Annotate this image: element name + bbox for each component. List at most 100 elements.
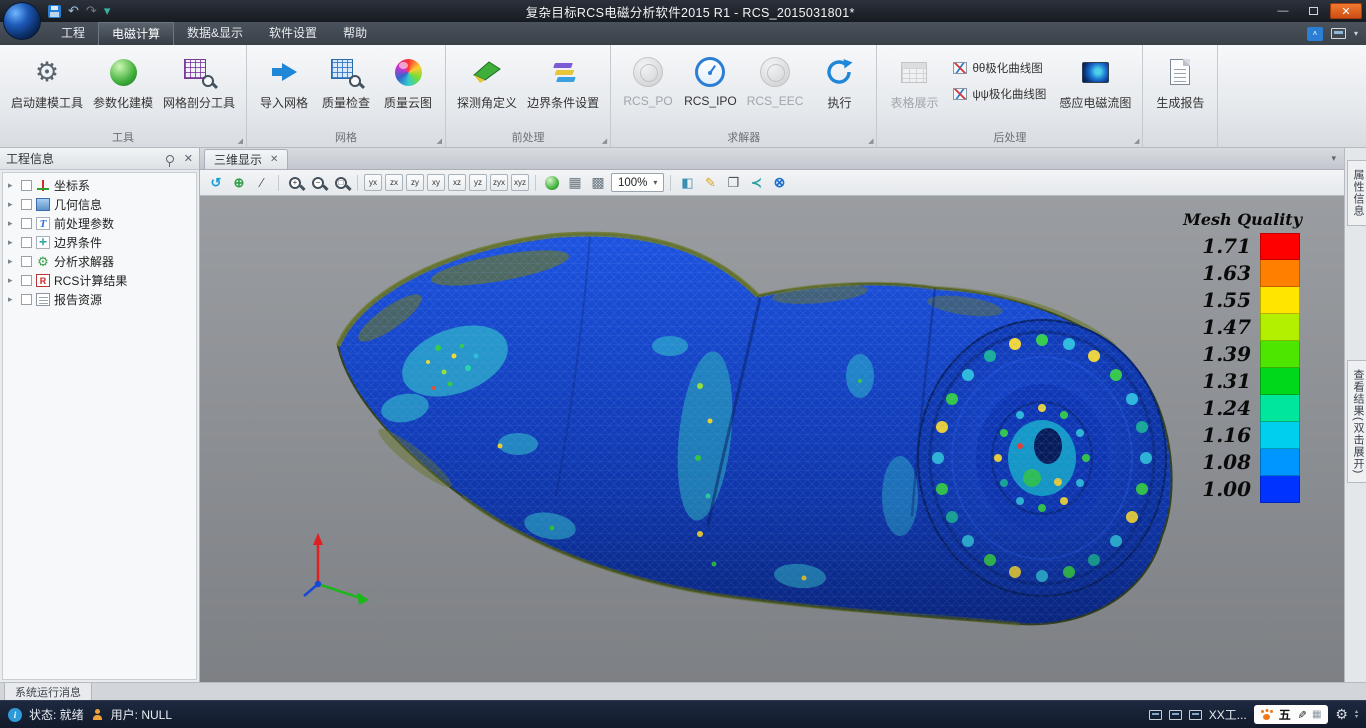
checkbox[interactable] [21, 294, 32, 305]
view-orientation-button[interactable]: zx [385, 174, 403, 191]
expand-arrow-icon[interactable]: ▸ [8, 237, 17, 248]
expand-arrow-icon[interactable]: ▸ [8, 199, 17, 210]
resize-grip-icon[interactable]: ▴▾ [1355, 710, 1358, 720]
menu-tab-data-display[interactable]: 数据&显示 [174, 22, 256, 45]
expand-arrow-icon[interactable]: ▸ [8, 180, 17, 191]
execute-button[interactable]: 执行 [808, 50, 870, 111]
checkbox[interactable] [21, 275, 32, 286]
tree-item-boundary-conditions[interactable]: ▸ ✛ 边界条件 [3, 233, 196, 252]
save-icon[interactable] [48, 5, 61, 18]
boundary-settings-button[interactable]: 边界条件设置 [522, 50, 604, 111]
menu-tab-em-computation[interactable]: 电磁计算 [98, 22, 174, 45]
ime-mode-label[interactable]: 五 [1279, 706, 1291, 723]
pin-icon[interactable] [166, 155, 174, 163]
solver-rcs-po-button[interactable]: RCS_PO [617, 50, 679, 108]
minimize-button[interactable]: — [1270, 3, 1296, 19]
probe-angle-button[interactable]: 探测角定义 [452, 50, 522, 111]
tree-item-analysis-solver[interactable]: ▸ ⚙ 分析求解器 [3, 252, 196, 271]
view-orientation-button[interactable]: yx [364, 174, 382, 191]
side-tab-view-results[interactable]: 查看结果(双击展开) [1347, 360, 1366, 483]
group-dialog-launcher-icon[interactable]: ◢ [238, 137, 243, 145]
clear-view-icon[interactable]: ⊗ [769, 173, 789, 193]
share-icon[interactable]: ≺ [746, 173, 766, 193]
zoom-level-select[interactable]: 100% ▾ [611, 173, 664, 192]
checkbox[interactable] [21, 218, 32, 229]
menu-tab-settings[interactable]: 软件设置 [256, 22, 330, 45]
group-dialog-launcher-icon[interactable]: ◢ [868, 137, 873, 145]
view-orientation-button[interactable]: zy [406, 174, 424, 191]
view-orientation-button[interactable]: xz [448, 174, 466, 191]
group-dialog-launcher-icon[interactable]: ◢ [602, 137, 607, 145]
window-layout-icon[interactable] [1189, 710, 1202, 720]
rotate-view-icon[interactable]: ↺ [206, 173, 226, 193]
expand-arrow-icon[interactable]: ▸ [8, 275, 17, 286]
expand-arrow-icon[interactable]: ▸ [8, 218, 17, 229]
window-layout-icon[interactable] [1169, 710, 1182, 720]
tab-list-dropdown-icon[interactable]: ▾ [1331, 153, 1336, 164]
checkbox[interactable] [21, 199, 32, 210]
zoom-window-icon[interactable]: □ [331, 173, 351, 193]
view-orientation-button[interactable]: yz [469, 174, 487, 191]
window-layout-icon[interactable] [1149, 710, 1162, 720]
panel-close-icon[interactable]: ✕ [184, 152, 193, 165]
redo-icon[interactable]: ↷ [86, 0, 97, 22]
quality-cloud-button[interactable]: 质量云图 [377, 50, 439, 111]
ime-toolbox-icon[interactable]: ▦ [1312, 709, 1321, 720]
tab-3d-display[interactable]: 三维显示 ✕ [204, 149, 288, 169]
mesh-partition-tool-button[interactable]: 网格剖分工具 [158, 50, 240, 111]
close-button[interactable]: ✕ [1330, 3, 1362, 19]
copy-view-icon[interactable]: ❐ [723, 173, 743, 193]
group-dialog-launcher-icon[interactable]: ◢ [437, 137, 442, 145]
zoom-out-icon[interactable]: − [308, 173, 328, 193]
checkbox[interactable] [21, 180, 32, 191]
maximize-button[interactable] [1300, 3, 1326, 19]
import-mesh-button[interactable]: 导入网格 [253, 50, 315, 111]
menu-tab-help[interactable]: 帮助 [330, 22, 380, 45]
mesh-view-icon[interactable]: ▩ [588, 173, 608, 193]
ime-toolbar[interactable]: 五 ✎ ▦ [1254, 705, 1329, 724]
viewport-3d[interactable]: Mesh Quality 1.71 1.63 1.55 1.47 1.39 1.… [200, 196, 1344, 682]
table-display-button[interactable]: 表格展示 [883, 50, 945, 111]
expand-arrow-icon[interactable]: ▸ [8, 256, 17, 267]
view-orientation-button[interactable]: zyx [490, 174, 508, 191]
generate-report-button[interactable]: 生成报告 [1149, 50, 1211, 111]
tab-close-icon[interactable]: ✕ [270, 154, 278, 165]
view-orientation-button[interactable]: xy [427, 174, 445, 191]
tree-item-geometry-info[interactable]: ▸ 几何信息 [3, 195, 196, 214]
tree-item-preprocess-params[interactable]: ▸ T 前处理参数 [3, 214, 196, 233]
settings-gear-icon[interactable]: ⚙ [1335, 706, 1348, 723]
fit-view-icon[interactable]: ⊕ [229, 173, 249, 193]
wireframe-view-icon[interactable]: ▦ [565, 173, 585, 193]
chevron-down-icon[interactable]: ▾ [1354, 29, 1358, 38]
checkbox[interactable] [21, 237, 32, 248]
checkbox[interactable] [21, 256, 32, 267]
quality-check-button[interactable]: 质量检查 [315, 50, 377, 111]
app-logo-icon[interactable] [3, 2, 41, 40]
expand-arrow-icon[interactable]: ▸ [8, 294, 17, 305]
zoom-in-icon[interactable]: + [285, 173, 305, 193]
view-orientation-button[interactable]: xyz [511, 174, 529, 191]
theta-polarization-curve-button[interactable]: θθ极化曲线图 [949, 58, 1050, 78]
section-view-icon[interactable]: ◧ [677, 173, 697, 193]
parametric-modeling-button[interactable]: 参数化建模 [88, 50, 158, 111]
shaded-view-icon[interactable] [542, 173, 562, 193]
model-3d-view[interactable] [200, 196, 1344, 682]
ime-skin-icon[interactable]: ✎ [1295, 710, 1308, 719]
solver-rcs-ipo-button[interactable]: RCS_IPO [679, 50, 742, 108]
psi-polarization-curve-button[interactable]: ψψ极化曲线图 [949, 84, 1050, 104]
solver-rcs-eec-button[interactable]: RCS_EEC [742, 50, 809, 108]
display-settings-icon[interactable] [1331, 28, 1346, 39]
undo-icon[interactable]: ↶ [68, 0, 79, 22]
group-dialog-launcher-icon[interactable]: ◢ [1134, 137, 1139, 145]
induced-current-map-button[interactable]: 感应电磁流图 [1054, 50, 1136, 111]
side-tab-properties[interactable]: 属性信息 [1347, 160, 1366, 226]
tree-item-rcs-results[interactable]: ▸ R RCS计算结果 [3, 271, 196, 290]
draw-line-icon[interactable]: ∕ [252, 173, 272, 193]
annotate-icon[interactable]: ✎ [700, 173, 720, 193]
launch-modeler-button[interactable]: ⚙ 启动建模工具 [6, 50, 88, 111]
ime-logo-icon[interactable] [1261, 709, 1273, 721]
tree-item-report-resources[interactable]: ▸ 报告资源 [3, 290, 196, 309]
tree-item-coordinate-system[interactable]: ▸ 坐标系 [3, 176, 196, 195]
menu-tab-project[interactable]: 工程 [48, 22, 98, 45]
collapse-ribbon-icon[interactable]: ˄ [1307, 27, 1323, 41]
